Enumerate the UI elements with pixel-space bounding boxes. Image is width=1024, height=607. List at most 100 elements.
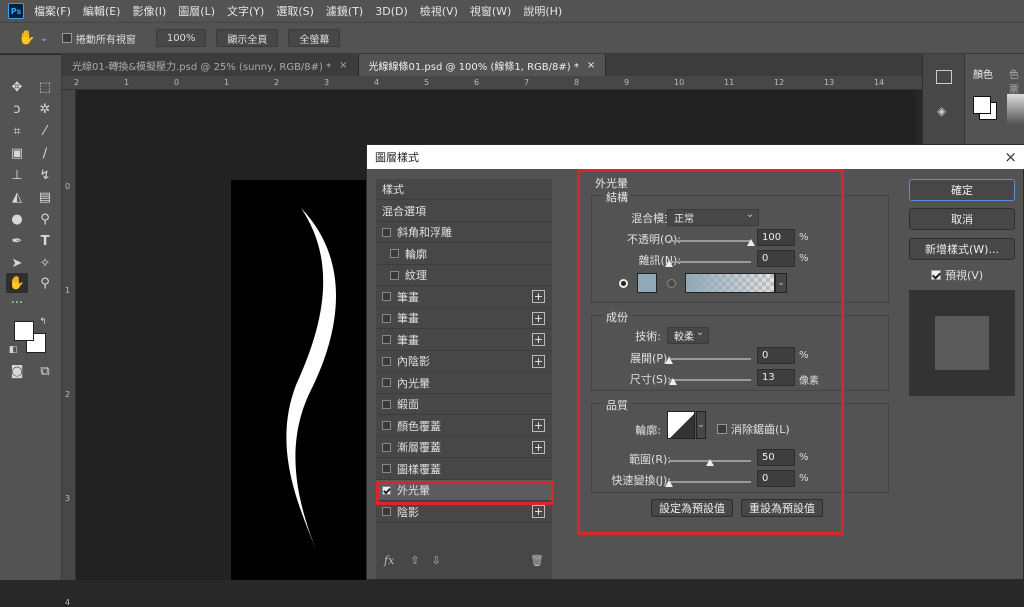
style-item[interactable]: 筆畫 + [376,287,552,308]
style-item[interactable]: 紋理 [376,265,552,286]
style-item[interactable]: 圖樣覆蓋 [376,459,552,480]
screen-mode-icon[interactable]: ⧉ [34,361,56,381]
menu-file[interactable]: 檔案(F) [34,3,71,19]
style-checkbox[interactable] [382,292,391,301]
hand-tool-icon[interactable]: ✋ [18,30,35,46]
menu-help[interactable]: 說明(H) [523,3,562,19]
tab-document-2[interactable]: 光線線條01.psd @ 100% (線條1, RGB/8#) * × [358,54,607,76]
fill-screen-button[interactable]: 全螢幕 [288,29,341,47]
style-checkbox[interactable] [382,313,391,323]
quick-mask-icon[interactable]: ◙ [6,361,28,381]
trash-icon[interactable]: 🗑 [530,554,544,567]
style-checkbox[interactable] [382,442,391,452]
zoom-100-button[interactable]: 100% [155,29,207,47]
style-checkbox[interactable] [382,464,391,473]
ruler-tick-label: 9 [624,78,630,87]
menu-edit[interactable]: 編輯(E) [83,3,121,19]
style-checkbox[interactable] [382,335,391,344]
stamp-tool-icon[interactable]: ⊥ [6,165,28,185]
more-tools-icon[interactable]: ··· [6,293,28,313]
ok-button[interactable]: 確定 [909,179,1015,201]
swap-colors-icon[interactable]: ↰ [38,317,48,327]
eraser-tool-icon[interactable]: ◭ [6,187,28,207]
shape-tool-icon[interactable]: ✧ [34,253,56,273]
menu-3d[interactable]: 3D(D) [375,5,408,18]
chevron-down-icon[interactable]: ⌄ [39,33,47,44]
healing-tool-icon[interactable]: ▣ [6,143,28,163]
panel-fg-swatch[interactable] [973,96,991,114]
fx-icon[interactable]: fx [384,554,394,567]
style-item[interactable]: 筆畫 + [376,308,552,329]
menu-window[interactable]: 視窗(W) [470,3,511,19]
menu-view[interactable]: 檢視(V) [420,3,458,19]
style-item[interactable]: 筆畫 + [376,330,552,351]
menu-image[interactable]: 影像(I) [132,3,166,19]
type-tool-icon[interactable]: T [34,231,56,251]
tab-swatches[interactable]: 色票 [1009,66,1024,96]
move-tool-icon[interactable]: ✥ [6,77,28,97]
add-style-icon[interactable]: + [532,311,545,325]
color-spectrum[interactable] [1007,94,1024,124]
cube-icon[interactable]: ◈ [937,104,946,118]
menu-type[interactable]: 文字(Y) [227,3,264,19]
style-checkbox[interactable] [390,270,399,280]
style-checkbox[interactable] [382,227,391,237]
move-down-icon[interactable]: ⇩ [432,554,441,567]
pen-tool-icon[interactable]: ✒ [6,231,28,251]
marquee-tool-icon[interactable]: ⬚ [34,77,56,97]
menu-select[interactable]: 選取(S) [276,3,314,19]
scroll-all-windows-option[interactable]: 捲動所有視窗 [61,31,136,46]
path-select-tool-icon[interactable]: ➤ [6,253,28,273]
style-item[interactable]: 內光暈 [376,373,552,394]
add-style-icon[interactable]: + [532,440,545,454]
default-colors-icon[interactable]: ◧ [8,345,18,355]
new-style-button[interactable]: 新增樣式(W)... [909,238,1015,260]
history-icon[interactable] [936,70,952,84]
style-checkbox[interactable] [382,421,391,430]
cancel-button[interactable]: 取消 [909,208,1015,230]
close-icon[interactable]: × [587,60,595,71]
zoom-tool-icon[interactable]: ⚲ [34,273,56,293]
add-style-icon[interactable]: + [532,419,545,432]
foreground-color-swatch[interactable] [14,321,34,341]
dodge-tool-icon[interactable]: ⚲ [34,209,56,229]
preview-checkbox[interactable] [931,270,941,280]
menu-filter[interactable]: 濾鏡(T) [326,3,363,19]
move-up-icon[interactable]: ⇧ [410,554,419,567]
style-checkbox[interactable] [382,399,391,409]
scroll-all-checkbox[interactable] [61,33,72,43]
close-icon[interactable]: × [339,60,347,71]
magic-wand-tool-icon[interactable]: ✲ [34,99,56,119]
hand-tool-icon[interactable]: ✋ [6,273,28,293]
eyedropper-tool-icon[interactable]: ⁄ [34,121,56,141]
style-checkbox[interactable] [390,249,399,258]
style-item[interactable]: 混合選項 [376,201,552,222]
style-item[interactable]: 漸層覆蓋 + [376,437,552,458]
fit-screen-button[interactable]: 顯示全頁 [216,29,279,47]
lasso-tool-icon[interactable]: ↄ [6,99,28,119]
style-item[interactable]: 緞面 [376,394,552,415]
menu-layer[interactable]: 圖層(L) [178,3,215,19]
style-item[interactable]: 顏色覆蓋 + [376,416,552,437]
ruler-tick-label: 1 [65,286,71,295]
add-style-icon[interactable]: + [532,290,545,303]
style-item[interactable]: 內陰影 + [376,351,552,372]
gradient-tool-icon[interactable]: ▤ [34,187,56,207]
style-checkbox[interactable] [382,507,391,516]
style-checkbox[interactable] [382,356,391,366]
add-style-icon[interactable]: + [532,333,545,346]
brush-tool-icon[interactable]: ∕ [34,143,56,163]
tab-color[interactable]: 顏色 [973,66,993,81]
style-item[interactable]: 輪廓 [376,244,552,265]
style-item[interactable]: 樣式 [376,179,552,200]
add-style-icon[interactable]: + [532,505,545,518]
preview-option[interactable]: 預視(V) [931,267,983,283]
add-style-icon[interactable]: + [532,354,545,368]
close-icon[interactable]: × [1004,148,1017,166]
blur-tool-icon[interactable]: ● [6,209,28,229]
style-item[interactable]: 斜角和浮雕 [376,222,552,243]
crop-tool-icon[interactable]: ⌗ [6,121,28,141]
history-brush-tool-icon[interactable]: ↯ [34,165,56,185]
tab-document-1[interactable]: 光線01-轉換&模擬壓力.psd @ 25% (sunny, RGB/8#) *… [62,54,359,76]
style-checkbox[interactable] [382,378,391,387]
